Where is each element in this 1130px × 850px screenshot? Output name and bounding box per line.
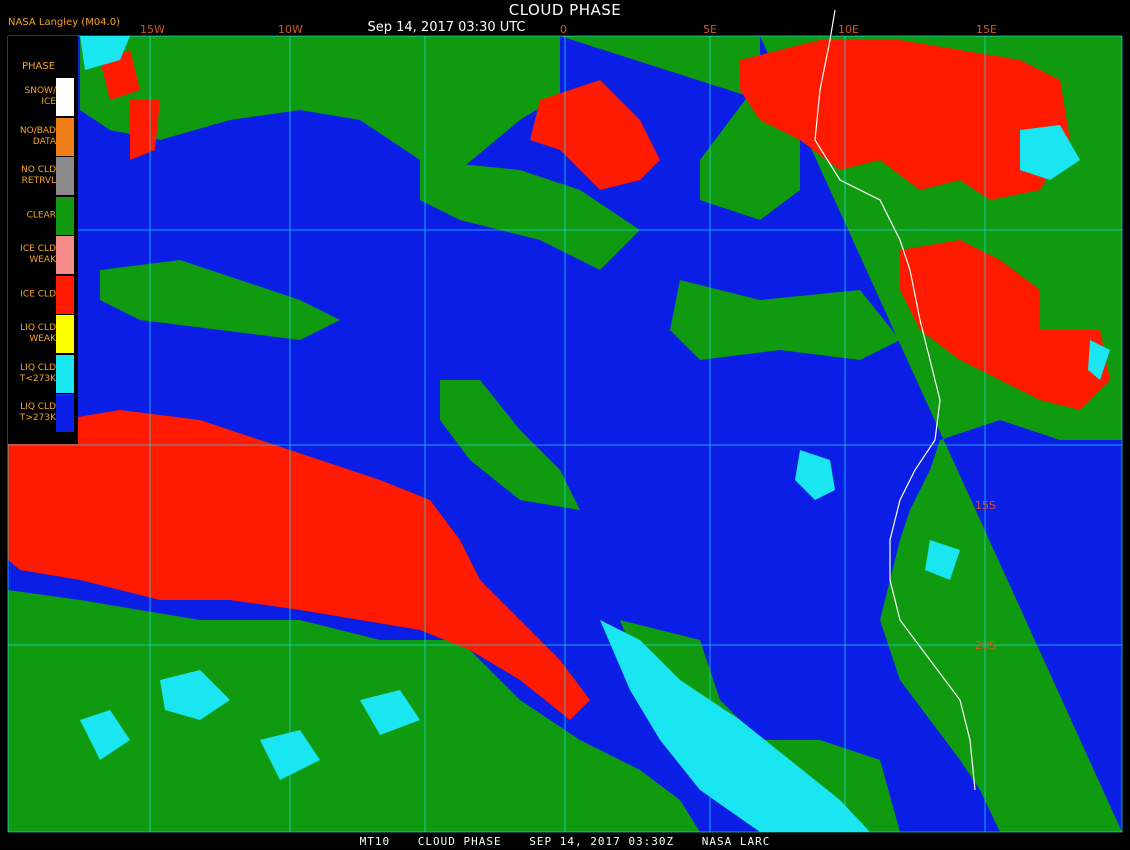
legend-item: ICE CLD xyxy=(8,275,78,314)
legend-item-label: LIQ CLD T<273K xyxy=(19,362,56,384)
lon-label-10w: 10W xyxy=(278,23,303,36)
legend-item-label: SNOW/ ICE xyxy=(24,86,56,107)
legend-title: PHASE xyxy=(22,61,56,72)
legend-item-label: LIQ CLD T>273K xyxy=(19,402,56,423)
footer-agency: NASA LARC xyxy=(701,835,771,848)
legend-item: LIQ CLD T>273K xyxy=(8,394,78,432)
legend-item-label: LIQ CLD WEAK xyxy=(20,323,56,344)
legend-swatch xyxy=(56,315,74,353)
legend-swatch xyxy=(56,78,74,116)
legend-item-label: ICE CLD xyxy=(20,289,56,299)
footer-bar: MT10 CLOUD PHASE SEP 14, 2017 03:30Z NAS… xyxy=(0,834,1130,850)
legend-swatch xyxy=(56,117,74,156)
map-title: CLOUD PHASE xyxy=(508,1,622,19)
legend-item-label: CLEAR xyxy=(26,210,56,220)
footer-time: SEP 14, 2017 03:30Z xyxy=(529,835,675,848)
legend-item: SNOW/ ICE xyxy=(8,78,78,116)
lon-label-5e: 5E xyxy=(703,23,717,36)
lat-label-15s: 15S xyxy=(975,499,996,512)
footer-product: CLOUD PHASE xyxy=(417,835,502,848)
legend-item: LIQ CLD T<273K xyxy=(8,354,78,393)
legend-item-label: ICE CLD WEAK xyxy=(20,244,56,265)
legend-swatch xyxy=(56,196,74,235)
legend-item-label: NO CLD RETRVL xyxy=(21,165,56,186)
lat-label-20s: 20S xyxy=(975,639,996,652)
cloud-phase-map xyxy=(7,9,1123,833)
legend-item: LIQ CLD WEAK xyxy=(8,315,78,353)
legend-swatch xyxy=(56,394,74,432)
legend-swatch xyxy=(56,157,74,195)
legend-swatch xyxy=(56,354,74,393)
footer-sat: MT10 xyxy=(359,835,391,848)
phase-legend: PHASE SNOW/ ICE NO/BAD DATA NO CLD RETRVL C… xyxy=(8,36,78,444)
credit-label: NASA Langley (M04.0) xyxy=(8,17,120,28)
legend-item: ICE CLD WEAK xyxy=(8,236,78,274)
legend-swatch xyxy=(56,275,74,314)
legend-item: CLEAR xyxy=(8,196,78,235)
legend-item: NO/BAD DATA xyxy=(8,117,78,156)
lon-label-10e: 10E xyxy=(838,23,859,36)
lon-label-15w: 15W xyxy=(140,23,165,36)
legend-item: NO CLD RETRVL xyxy=(8,157,78,195)
lon-label-15e: 15E xyxy=(976,23,997,36)
map-datetime: Sep 14, 2017 03:30 UTC xyxy=(367,20,526,35)
lon-label-0: 0 xyxy=(560,23,567,36)
legend-swatch xyxy=(56,236,74,274)
legend-item-label: NO/BAD DATA xyxy=(19,125,56,147)
